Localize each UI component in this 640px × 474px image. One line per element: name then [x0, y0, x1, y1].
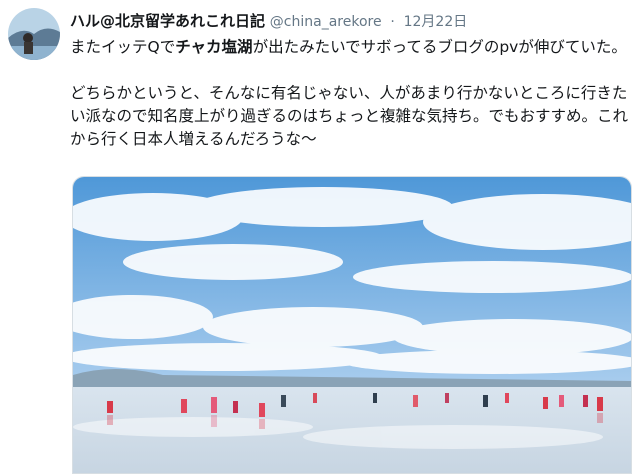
salt-lake-photo: [73, 177, 631, 473]
user-handle[interactable]: @china_arekore: [270, 14, 382, 30]
avatar[interactable]: [8, 8, 60, 60]
tweet-text: またイッテQでチャカ塩湖が出たみたいでサボってるブログのpvが伸びていた。 どち…: [70, 36, 630, 151]
tweet-date[interactable]: 12月22日: [404, 14, 468, 30]
tweet-paragraph-1: またイッテQでチャカ塩湖が出たみたいでサボってるブログのpvが伸びていた。: [70, 36, 630, 59]
display-name[interactable]: ハル@北京留学あれこれ日記: [70, 12, 265, 30]
avatar-image: [8, 8, 60, 60]
tweet-highlight: チャカ塩湖: [175, 38, 253, 56]
tweet-header: ハル@北京留学あれこれ日記 @china_arekore · 12月22日: [70, 10, 630, 32]
separator-dot: ·: [390, 14, 395, 30]
tweet-line1-prefix: またイッテQで: [70, 38, 176, 56]
tweet-line1-suffix: が出たみたいでサボってるブログのpvが伸びていた。: [252, 38, 627, 56]
tweet-paragraph-2: どちらかというと、そんなに有名じゃない、人があまり行かないところに行きたい派なの…: [70, 84, 629, 148]
tweet-photo[interactable]: [72, 176, 632, 474]
